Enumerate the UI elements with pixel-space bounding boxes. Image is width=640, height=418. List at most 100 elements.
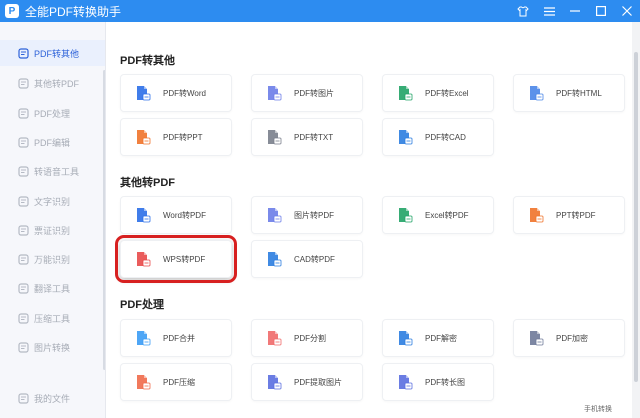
tool-card[interactable]: PDF转PPT: [120, 118, 232, 156]
tool-card-label: PDF转TXT: [294, 132, 334, 142]
folder-icon: [18, 392, 29, 404]
tool-card-label: PDF提取图片: [294, 377, 342, 387]
pdf-to-excel-icon: [397, 85, 413, 101]
wps-to-pdf-icon: [135, 251, 151, 267]
app-title: 全能PDF转换助手: [25, 4, 122, 19]
tool-card[interactable]: PDF转Excel: [382, 74, 494, 112]
pdf-to-image-icon: [266, 85, 282, 101]
tool-card-label: PDF转Excel: [425, 88, 469, 98]
tool-card-label: Excel转PDF: [425, 210, 469, 220]
pdf-to-word-icon: [135, 85, 151, 101]
tool-card[interactable]: PDF转长图: [382, 363, 494, 401]
tool-card[interactable]: PDF压缩: [120, 363, 232, 401]
tool-card[interactable]: PDF转CAD: [382, 118, 494, 156]
edit-icon: [18, 136, 29, 148]
sidebar-item-11[interactable]: 我的文件: [0, 385, 105, 411]
sidebar-item-label: PDF转其他: [34, 48, 80, 59]
tool-card[interactable]: PPT转PDF: [513, 196, 625, 234]
tool-card[interactable]: Word转PDF: [120, 196, 232, 234]
excel-to-pdf-icon: [397, 207, 413, 223]
tool-card[interactable]: PDF转TXT: [251, 118, 363, 156]
tool-card-label: PDF压缩: [163, 377, 195, 387]
sidebar-item-label: PDF处理: [34, 108, 71, 119]
main-content: PDF转其他 PDF转Word PDF转图片 PDF转Excel PDF转HTML PDF…: [106, 22, 632, 418]
menu-icon[interactable]: [536, 0, 562, 22]
sidebar-item-label: 翻译工具: [34, 283, 71, 294]
sidebar-item-7[interactable]: 万能识别: [0, 246, 105, 272]
tool-card[interactable]: PDF解密: [382, 319, 494, 357]
sidebar-item-0[interactable]: PDF转其他: [0, 40, 105, 66]
window-controls: [510, 0, 640, 22]
tool-card-label: PDF转HTML: [556, 88, 602, 98]
section-title: 其他转PDF: [120, 177, 175, 189]
tool-card-label: PDF转Word: [163, 88, 206, 98]
compress-icon: [18, 312, 29, 324]
tool-card[interactable]: PDF转Word: [120, 74, 232, 112]
tool-card[interactable]: CAD转PDF: [251, 240, 363, 278]
tool-card-label: PDF转PPT: [163, 132, 203, 142]
pdf-to-ppt-icon: [135, 129, 151, 145]
sidebar-item-3[interactable]: PDF编辑: [0, 129, 105, 155]
tool-card-label: PDF合并: [163, 333, 195, 343]
pdf-to-cad-icon: [397, 129, 413, 145]
section-title: PDF转其他: [120, 55, 175, 67]
sidebar-item-label: 压缩工具: [34, 313, 71, 324]
sidebar-item-2[interactable]: PDF处理: [0, 100, 105, 126]
close-icon[interactable]: [614, 0, 640, 22]
tool-card-label: PDF转长图: [425, 377, 465, 387]
sidebar-item-5[interactable]: 文字识别: [0, 188, 105, 214]
tool-card[interactable]: 图片转PDF: [251, 196, 363, 234]
pdf-split-icon: [266, 330, 282, 346]
sidebar-item-8[interactable]: 翻译工具: [0, 275, 105, 301]
app-logo-icon: P: [5, 4, 19, 18]
title-bar: P 全能PDF转换助手: [0, 0, 640, 22]
tool-card-label: PDF加密: [556, 333, 588, 343]
sidebar-item-label: PDF编辑: [34, 137, 71, 148]
tool-card[interactable]: PDF转HTML: [513, 74, 625, 112]
tool-card[interactable]: PDF转图片: [251, 74, 363, 112]
pdf-process-icon: [18, 107, 29, 119]
sidebar-item-6[interactable]: 票证识别: [0, 217, 105, 243]
sidebar-item-label: 文字识别: [34, 196, 71, 207]
tool-card-label: Word转PDF: [163, 210, 206, 220]
tool-card-label: PDF分割: [294, 333, 326, 343]
app-window: P 全能PDF转换助手 PDF转其他 其他转PDF PDF处理 PDF编辑 转语音工具文…: [0, 0, 640, 418]
translate-icon: [18, 282, 29, 294]
voice-icon: [18, 165, 29, 177]
word-to-pdf-icon: [135, 207, 151, 223]
minimize-icon[interactable]: [562, 0, 588, 22]
tool-card-label: CAD转PDF: [294, 254, 335, 264]
pdf-to-html-icon: [528, 85, 544, 101]
pdf-extract-image-icon: [266, 374, 282, 390]
tool-card[interactable]: WPS转PDF: [115, 235, 237, 283]
pdf-encrypt-icon: [528, 330, 544, 346]
sidebar-item-label: 转语音工具: [34, 166, 80, 177]
tool-card[interactable]: PDF提取图片: [251, 363, 363, 401]
tool-card-label: 图片转PDF: [294, 210, 334, 220]
mobile-convert-link[interactable]: 手机转换: [584, 404, 612, 414]
tool-card[interactable]: PDF合并: [120, 319, 232, 357]
cad-to-pdf-icon: [266, 251, 282, 267]
sidebar-item-1[interactable]: 其他转PDF: [0, 70, 105, 96]
sidebar-item-4[interactable]: 转语音工具: [0, 158, 105, 184]
tool-card-label: PDF转CAD: [425, 132, 466, 142]
maximize-icon[interactable]: [588, 0, 614, 22]
scan-icon: [18, 253, 29, 265]
pdf-decrypt-icon: [397, 330, 413, 346]
main-scrollbar-thumb[interactable]: [634, 52, 638, 382]
tool-card-label: WPS转PDF: [163, 254, 206, 264]
shirt-icon[interactable]: [510, 0, 536, 22]
tool-card[interactable]: PDF分割: [251, 319, 363, 357]
sidebar-item-9[interactable]: 压缩工具: [0, 305, 105, 331]
sidebar: PDF转其他 其他转PDF PDF处理 PDF编辑转语音工具文字识别票证识别万能识别翻…: [0, 22, 106, 418]
tool-card-label: PPT转PDF: [556, 210, 596, 220]
sidebar-item-10[interactable]: 图片转换: [0, 334, 105, 360]
sidebar-item-label: 万能识别: [34, 254, 71, 265]
tool-card[interactable]: Excel转PDF: [382, 196, 494, 234]
tool-card[interactable]: PDF加密: [513, 319, 625, 357]
sidebar-item-label: 其他转PDF: [34, 78, 80, 89]
sidebar-item-label: 我的文件: [34, 393, 71, 404]
pdf-to-txt-icon: [266, 129, 282, 145]
pdf-merge-icon: [135, 330, 151, 346]
ticket-icon: [18, 224, 29, 236]
